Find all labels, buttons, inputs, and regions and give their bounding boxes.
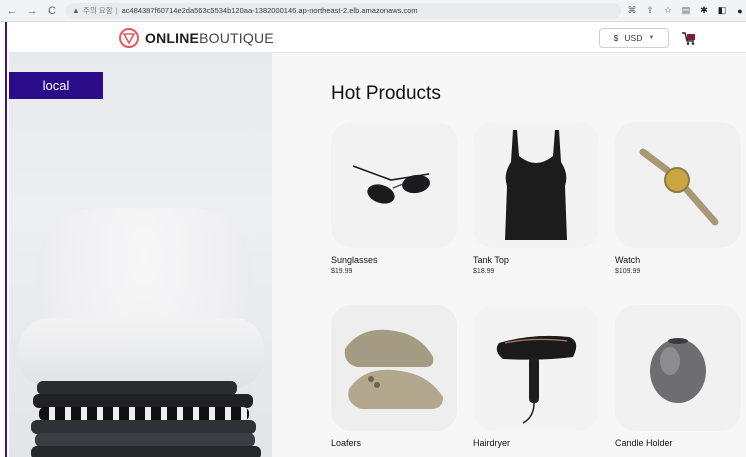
hairdryer-image[interactable]: [473, 305, 599, 431]
security-warning-text: 주의 요함: [82, 6, 113, 15]
product-name[interactable]: Candle Holder: [615, 438, 741, 448]
product-name[interactable]: Hairdryer: [473, 438, 599, 448]
extensions-icon[interactable]: ✱: [699, 5, 709, 16]
product-price: $19.99: [331, 268, 353, 275]
folded-clothes-image: [31, 381, 261, 457]
product-name[interactable]: Tank Top: [473, 255, 599, 265]
chevron-down-icon: ▼: [648, 35, 655, 41]
warning-icon: ▲: [72, 6, 80, 15]
cart-icon[interactable]: [681, 30, 697, 46]
product-card[interactable]: Loafers: [331, 305, 457, 451]
reload-icon[interactable]: C: [44, 3, 60, 19]
product-card[interactable]: Tank Top $18.99: [473, 122, 599, 275]
address-bar[interactable]: ▲ 주의 요함 | ac484387f60714e2da563c5534b120…: [66, 2, 621, 19]
product-card[interactable]: Watch $109.99: [615, 122, 741, 275]
product-card[interactable]: Hairdryer: [473, 305, 599, 451]
share-icon[interactable]: ⇪: [645, 5, 655, 16]
currency-symbol: $: [613, 33, 619, 43]
side-panel-icon[interactable]: ◧: [717, 5, 727, 16]
product-price: $109.99: [615, 268, 641, 275]
site-logo[interactable]: ONLINEBOUTIQUE: [119, 28, 274, 48]
profile-icon[interactable]: ●: [735, 6, 745, 16]
logo-light-text: BOUTIQUE: [199, 30, 274, 46]
watch-image[interactable]: [615, 122, 741, 248]
forward-icon[interactable]: →: [24, 3, 40, 19]
browser-toolbar: ← → C ▲ 주의 요함 | ac484387f60714e2da563c55…: [0, 0, 746, 22]
left-border: [0, 22, 7, 457]
product-name[interactable]: Watch: [615, 255, 741, 265]
product-card[interactable]: Sunglasses $19.99: [331, 122, 457, 275]
sunglasses-image[interactable]: [331, 122, 457, 248]
logo-bold-text: ONLINE: [145, 30, 200, 46]
back-icon[interactable]: ←: [4, 3, 20, 19]
product-price: $18.99: [473, 268, 495, 275]
media-icon[interactable]: ▤: [681, 5, 691, 16]
address-separator: |: [115, 6, 118, 15]
product-name[interactable]: Loafers: [331, 438, 457, 448]
page: ONLINEBOUTIQUE $ USD ▼ local Hot Product…: [0, 22, 746, 457]
product-card[interactable]: Candle Holder: [615, 305, 741, 451]
currency-select[interactable]: $ USD ▼: [599, 28, 669, 48]
hero-image: [9, 53, 272, 457]
loafers-image[interactable]: [331, 305, 457, 431]
site-header: ONLINEBOUTIQUE $ USD ▼: [9, 22, 746, 53]
environment-badge: local: [9, 72, 103, 99]
url-text: ac484387f60714e2da563c5534b120aa-1382000…: [121, 6, 418, 15]
hot-products-section: Hot Products Sunglasses $19.99 Tank Top …: [272, 53, 746, 457]
logo-wordmark: ONLINEBOUTIQUE: [145, 30, 274, 46]
tank-top-image[interactable]: [473, 122, 599, 248]
chair-seat-image: [19, 318, 264, 388]
section-title: Hot Products: [331, 83, 441, 104]
bookmark-star-icon[interactable]: ☆: [663, 5, 673, 16]
candle-holder-image[interactable]: [615, 305, 741, 431]
translate-icon[interactable]: ⌘: [627, 5, 637, 16]
currency-code: USD: [624, 33, 643, 43]
product-name[interactable]: Sunglasses: [331, 255, 457, 265]
logo-icon: [119, 28, 139, 48]
